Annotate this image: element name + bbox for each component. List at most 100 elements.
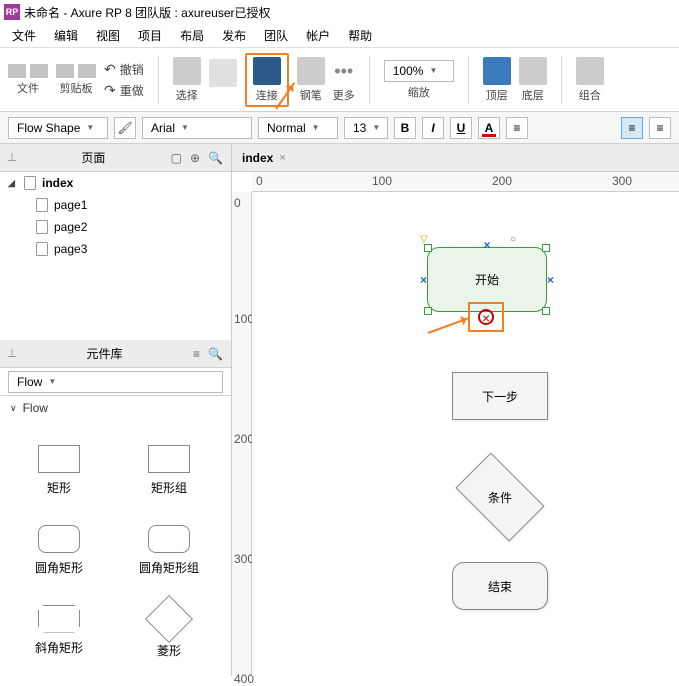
pin-icon[interactable]: ⟂ xyxy=(8,346,16,361)
canvas-tab[interactable]: index xyxy=(242,151,273,165)
font-combo[interactable]: Arial▼ xyxy=(142,117,252,139)
connection-point[interactable]: × xyxy=(483,238,490,252)
pages-panel-title: 页面 xyxy=(81,149,105,166)
connection-point-highlight-icon[interactable]: × xyxy=(478,309,494,325)
rect-icon xyxy=(38,445,80,473)
align-left-button[interactable]: ≡ xyxy=(621,117,643,139)
tb-file-group[interactable]: 文件 xyxy=(8,64,48,96)
pen-icon xyxy=(297,57,325,85)
tb-select[interactable]: 选择 xyxy=(173,57,201,103)
shape-type-combo[interactable]: Flow Shape▼ xyxy=(8,117,108,139)
node-next[interactable]: 下一步 xyxy=(452,372,548,420)
align-center-button[interactable]: ≡ xyxy=(649,117,671,139)
tb-group[interactable]: 组合 xyxy=(576,57,604,103)
menu-project[interactable]: 项目 xyxy=(138,27,162,44)
bevel-rect-icon xyxy=(38,605,80,633)
library-panel-title: 元件库 xyxy=(87,345,123,362)
back-icon xyxy=(519,57,547,85)
node-end[interactable]: 结束 xyxy=(452,562,548,610)
pages-tree: ◢ index page1 page2 page3 xyxy=(0,172,231,340)
add-folder-icon[interactable]: ▢ xyxy=(171,151,182,165)
size-combo[interactable]: 13▼ xyxy=(344,117,388,139)
weight-combo[interactable]: Normal▼ xyxy=(258,117,338,139)
tree-root[interactable]: ◢ index xyxy=(0,172,231,194)
rect-stack-icon xyxy=(148,445,190,473)
tb-zoom[interactable]: 100%▼ 缩放 xyxy=(384,60,454,100)
search-pages-icon[interactable]: 🔍 xyxy=(208,151,223,165)
menu-edit[interactable]: 编辑 xyxy=(54,27,78,44)
canvas-tabrow: index × xyxy=(232,144,679,172)
paint-format-button[interactable]: 🖌 xyxy=(114,117,136,139)
rotate-handle-icon[interactable]: ○ xyxy=(510,234,516,245)
tree-item[interactable]: page1 xyxy=(0,194,231,216)
more-icon: ••• xyxy=(334,57,353,85)
cut-icon xyxy=(56,64,74,78)
text-color-button[interactable]: A xyxy=(478,117,500,139)
tb-pen[interactable]: 钢笔 xyxy=(297,57,325,103)
library-select-combo[interactable]: Flow▼ xyxy=(8,371,223,393)
menu-publish[interactable]: 发布 xyxy=(222,27,246,44)
tab-close-icon[interactable]: × xyxy=(279,152,285,164)
bold-button[interactable]: B xyxy=(394,117,416,139)
main-toolbar: 文件 剪贴板 ↶撤销 ↷重做 选择 连接 钢笔 ••• 更多 100%▼ 缩放 … xyxy=(0,48,679,112)
menu-layout[interactable]: 布局 xyxy=(180,27,204,44)
select-icon xyxy=(173,57,201,85)
connection-point[interactable]: × xyxy=(420,273,427,287)
menu-account[interactable]: 帐户 xyxy=(306,27,330,44)
resize-handle[interactable] xyxy=(424,244,432,252)
titlebar: RP 未命名 - Axure RP 8 团队版 : axureuser已授权 xyxy=(0,0,679,24)
lib-item-bevel-rect[interactable]: 斜角矩形 xyxy=(4,590,114,670)
connection-point[interactable]: × xyxy=(547,273,554,287)
library-panel-header: ⟂ 元件库 ≡ 🔍 xyxy=(0,340,231,368)
round-rect-icon xyxy=(38,525,80,553)
resize-handle[interactable] xyxy=(424,307,432,315)
connect-icon xyxy=(253,57,281,85)
lib-item-rect[interactable]: 矩形 xyxy=(4,430,114,510)
tb-clipboard-group[interactable]: 剪贴板 xyxy=(56,64,96,96)
undo-button[interactable]: ↶撤销 xyxy=(104,61,144,78)
round-rect-stack-icon xyxy=(148,525,190,553)
select2-icon xyxy=(209,59,237,87)
node-condition[interactable] xyxy=(455,452,544,541)
italic-button[interactable]: I xyxy=(422,117,444,139)
lib-item-diamond[interactable]: 菱形 xyxy=(114,590,224,670)
pages-panel-header: ⟂ 页面 ▢ ⊕ 🔍 xyxy=(0,144,231,172)
new-icon xyxy=(8,64,26,78)
diamond-icon xyxy=(145,594,193,642)
resize-handle[interactable] xyxy=(542,307,550,315)
lib-menu-icon[interactable]: ≡ xyxy=(193,347,200,361)
tb-file-label: 文件 xyxy=(17,80,39,96)
tb-back[interactable]: 底层 xyxy=(519,57,547,103)
tb-select2[interactable] xyxy=(209,59,237,101)
design-canvas[interactable]: 开始 × × × ▽ ○ × 下一步 条件 结束 xyxy=(252,192,679,676)
menu-view[interactable]: 视图 xyxy=(96,27,120,44)
callout-box: × xyxy=(468,302,504,332)
rotate-handle-icon[interactable]: ▽ xyxy=(420,234,428,245)
tb-more[interactable]: ••• 更多 xyxy=(333,57,355,103)
resize-handle[interactable] xyxy=(542,244,550,252)
page-icon xyxy=(36,220,48,234)
redo-button[interactable]: ↷重做 xyxy=(104,82,144,99)
line-height-button[interactable]: ≡ xyxy=(506,117,528,139)
tree-item[interactable]: page3 xyxy=(0,238,231,260)
lib-item-round-rect[interactable]: 圆角矩形 xyxy=(4,510,114,590)
menu-file[interactable]: 文件 xyxy=(12,27,36,44)
menu-team[interactable]: 团队 xyxy=(264,27,288,44)
open-icon xyxy=(30,64,48,78)
pin-icon[interactable]: ⟂ xyxy=(8,150,16,165)
window-title: 未命名 - Axure RP 8 团队版 : axureuser已授权 xyxy=(24,4,271,21)
tree-item[interactable]: page2 xyxy=(0,216,231,238)
lib-item-rect-group[interactable]: 矩形组 xyxy=(114,430,224,510)
underline-button[interactable]: U xyxy=(450,117,472,139)
library-category-header[interactable]: ∨Flow xyxy=(0,396,231,420)
ruler-horizontal: 0 100 200 300 xyxy=(252,172,679,192)
add-page-icon[interactable]: ⊕ xyxy=(190,151,200,165)
menu-help[interactable]: 帮助 xyxy=(348,27,372,44)
zoom-combo[interactable]: 100%▼ xyxy=(384,60,454,82)
tb-front[interactable]: 顶层 xyxy=(483,57,511,103)
copy-icon xyxy=(78,64,96,78)
lib-item-round-rect-group[interactable]: 圆角矩形组 xyxy=(114,510,224,590)
expand-icon[interactable]: ◢ xyxy=(8,178,18,189)
lib-search-icon[interactable]: 🔍 xyxy=(208,347,223,361)
library-list: ∨Flow 矩形 矩形组 圆角矩形 圆角矩形组 斜角矩形 菱形 xyxy=(0,396,231,676)
